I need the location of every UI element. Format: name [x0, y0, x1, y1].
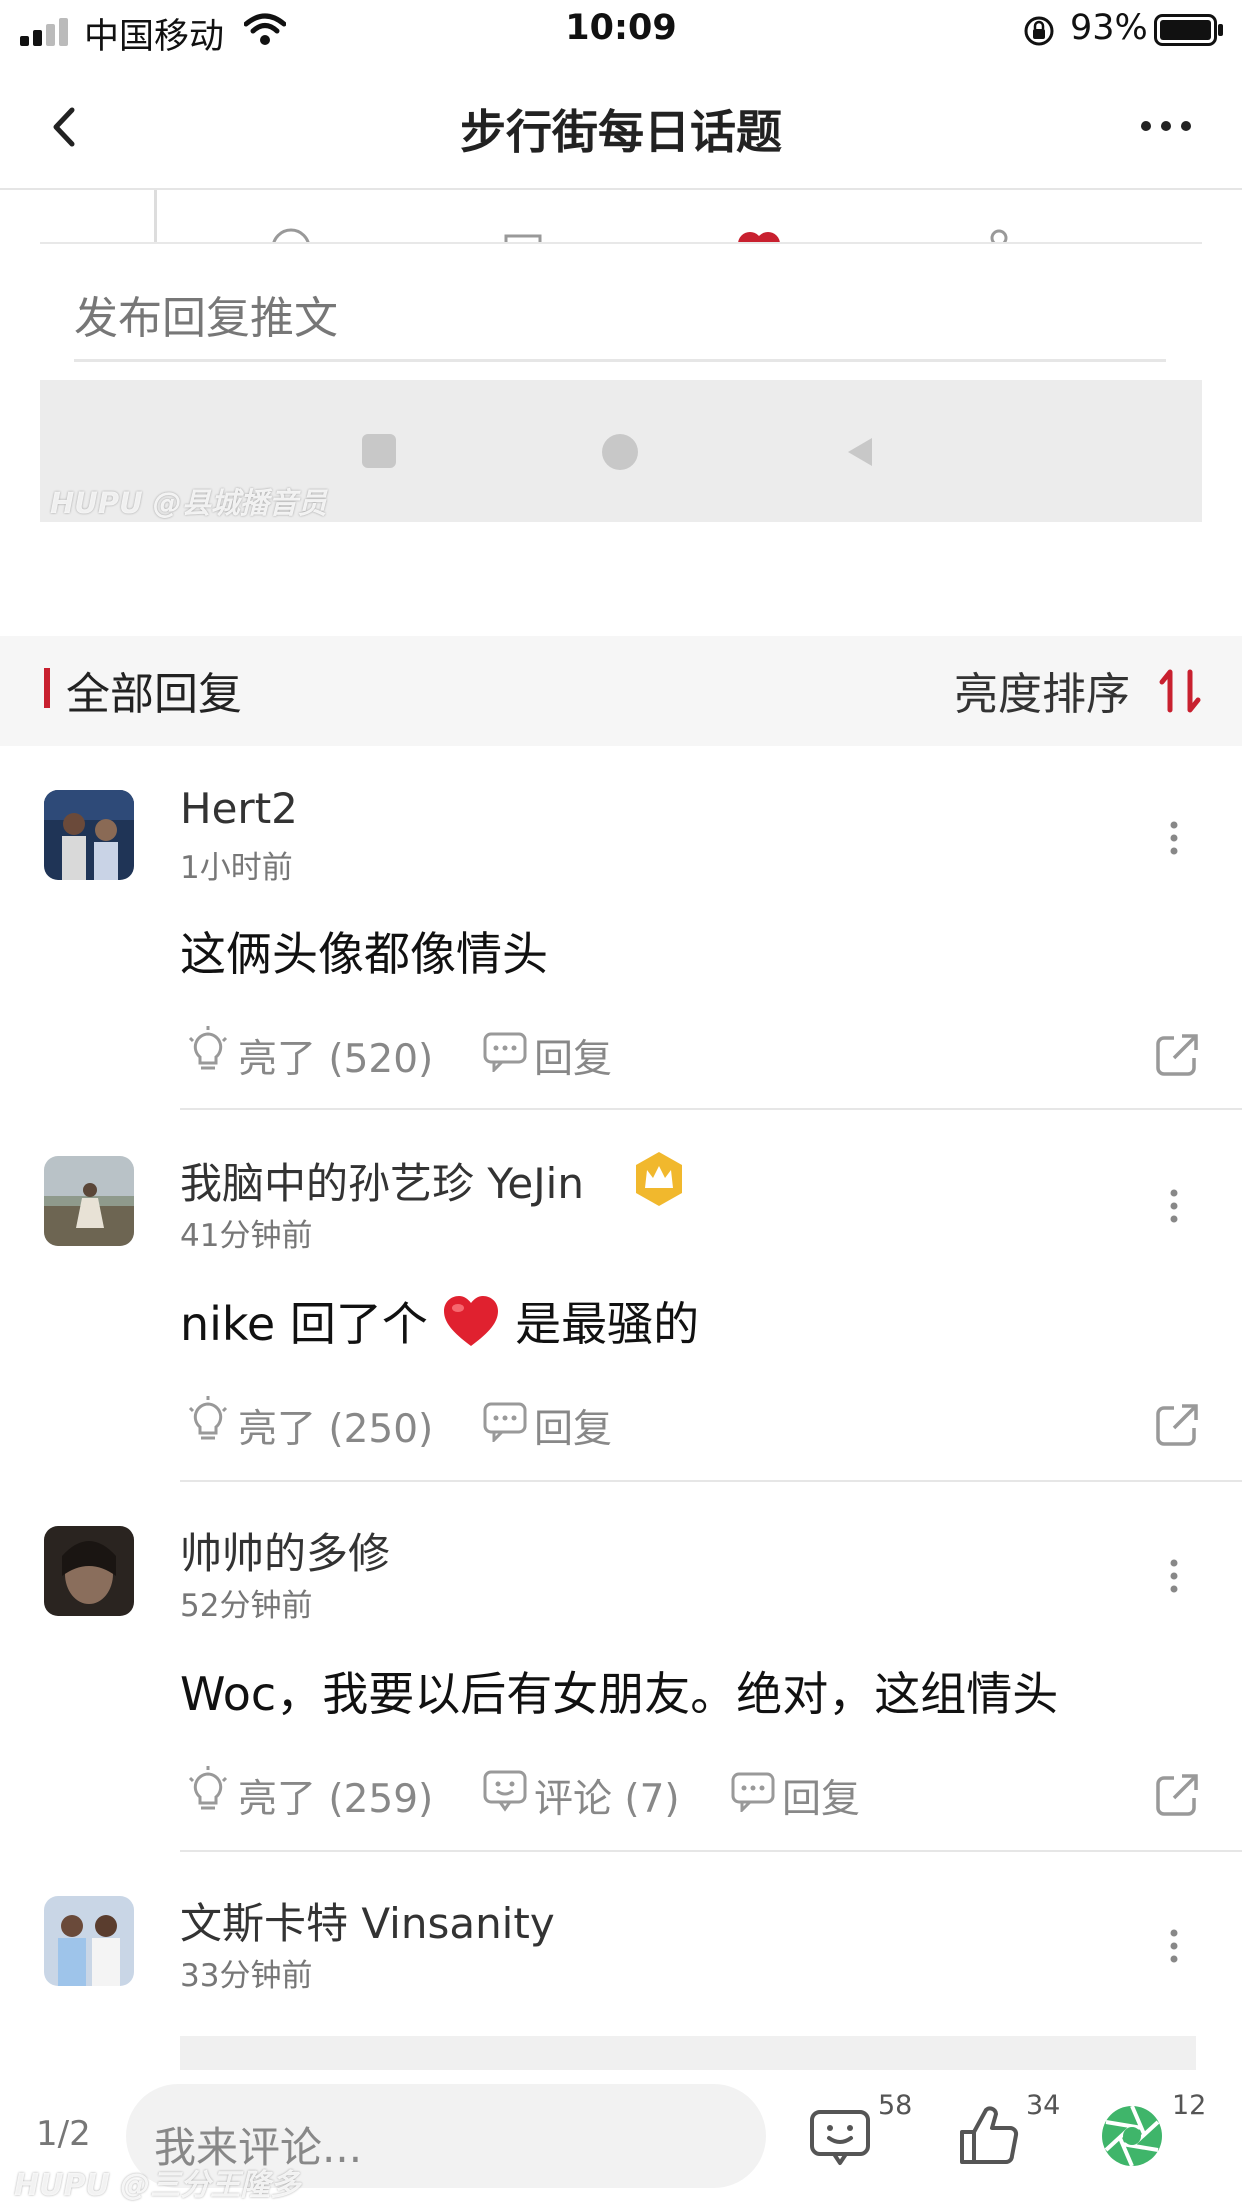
comment-time: 1小时前: [180, 850, 293, 886]
crown-badge-icon: [636, 1152, 682, 1206]
reply-label: 回复: [534, 1037, 613, 1082]
quoted-content-preview: [180, 2036, 1196, 2070]
watermark: HUPU @三分王隆多: [14, 2168, 301, 2203]
rotation-lock-icon: [1024, 16, 1054, 46]
comment-text: nike 回了个 是最骚的: [180, 1288, 699, 1354]
divider: [154, 190, 157, 242]
username[interactable]: 文斯卡特 Vinsanity: [180, 1890, 555, 1951]
comment-text: Woc，我要以后有女朋友。绝对，这组情头: [180, 1667, 1059, 1721]
placeholder-circle-icon: [602, 434, 638, 470]
share-external-icon[interactable]: [1154, 1032, 1200, 1078]
comment-item: Hert2 1小时前 这俩头像都像情头 亮了 (520) 回复: [0, 746, 1242, 1116]
more-options-icon[interactable]: [1136, 108, 1196, 144]
view-comments-button[interactable]: 评论 (7): [482, 1768, 682, 1822]
reply-tweet-input[interactable]: 发布回复推文: [74, 266, 1166, 362]
comment-time: 41分钟前: [180, 1218, 313, 1254]
comment-text-end: 是最骚的: [515, 1297, 700, 1351]
sort-button[interactable]: 亮度排序: [954, 658, 1130, 722]
comment-more-icon[interactable]: [1164, 1186, 1184, 1226]
share-icon: [990, 229, 1008, 242]
page-title: 步行街每日话题: [460, 105, 782, 159]
bottom-bar: 1/2 我来评论... 58 34 12 HUPU @三分王隆多: [0, 2070, 1242, 2208]
replies-section-header: 全部回复 亮度排序: [0, 636, 1242, 746]
light-count: 亮了 (520): [238, 1037, 434, 1082]
comment-time: 52分钟前: [180, 1588, 313, 1624]
nav-bar: 步行街每日话题: [0, 64, 1242, 190]
forward-icon: [504, 234, 542, 242]
username[interactable]: 我脑中的孙艺珍 YeJin: [180, 1150, 584, 1211]
section-accent-bar: [44, 668, 50, 708]
share-aperture-icon[interactable]: [1100, 2104, 1164, 2168]
avatar[interactable]: [44, 1526, 134, 1616]
light-button[interactable]: 亮了 (520): [186, 1026, 433, 1082]
page-indicator[interactable]: 1/2: [36, 2114, 91, 2154]
avatar[interactable]: [44, 790, 134, 880]
comment-item: 我脑中的孙艺珍 YeJin 41分钟前 nike 回了个 是最骚的 亮了 (25…: [0, 1112, 1242, 1484]
comment-icon: [272, 228, 310, 242]
comment-more-icon[interactable]: [1164, 1926, 1184, 1966]
image-placeholder-panel: HUPU @县城播音员: [40, 380, 1202, 522]
lightbulb-icon: [188, 1396, 228, 1440]
placeholder-triangle-icon: [848, 438, 872, 466]
likes-count: 34: [1026, 2090, 1061, 2121]
red-heart-emoji: [444, 1296, 499, 1346]
lightbulb-icon: [188, 1766, 228, 1810]
light-button[interactable]: 亮了 (250): [186, 1396, 433, 1452]
reply-button[interactable]: 回复: [482, 1398, 622, 1452]
comment-count: 评论 (7): [534, 1777, 680, 1822]
share-count: 12: [1172, 2090, 1207, 2121]
comment-bubble-icon: [483, 1770, 527, 1812]
light-count: 亮了 (250): [238, 1407, 434, 1452]
post-stats-fragment: [40, 190, 1202, 244]
comment-more-icon[interactable]: [1164, 1556, 1184, 1596]
share-external-icon[interactable]: [1154, 1772, 1200, 1818]
heart-icon: [738, 232, 780, 242]
battery-percent: 93%: [1070, 8, 1148, 48]
placeholder-square-icon: [362, 434, 396, 468]
comment-text-start: nike 回了个: [180, 1297, 428, 1351]
sort-arrows-icon[interactable]: [1156, 666, 1206, 716]
reply-bubble-icon: [731, 1772, 775, 1812]
divider: [180, 1108, 1242, 1110]
light-count: 亮了 (259): [238, 1777, 434, 1822]
username[interactable]: 帅帅的多修: [180, 1520, 390, 1581]
comments-icon[interactable]: [808, 2104, 872, 2168]
comment-item: 文斯卡特 Vinsanity 33分钟前: [0, 1852, 1242, 2070]
reply-bubble-icon: [483, 1402, 527, 1442]
share-external-icon[interactable]: [1154, 1402, 1200, 1448]
comment-item: 帅帅的多修 52分钟前 Woc，我要以后有女朋友。绝对，这组情头 亮了 (259…: [0, 1482, 1242, 1854]
status-bar: 中国移动 10:09 93%: [0, 0, 1242, 64]
lightbulb-icon: [188, 1026, 228, 1070]
reply-button[interactable]: 回复: [482, 1028, 622, 1082]
battery-icon: [1154, 14, 1223, 46]
section-title: 全部回复: [66, 669, 242, 720]
username[interactable]: Hert2: [180, 784, 298, 833]
reply-button[interactable]: 回复: [730, 1768, 870, 1822]
avatar[interactable]: [44, 1896, 134, 1986]
watermark: HUPU @县城播音员: [50, 486, 327, 520]
comments-count: 58: [878, 2090, 913, 2121]
reply-bubble-icon: [483, 1032, 527, 1072]
comment-time: 33分钟前: [180, 1958, 313, 1994]
reply-label: 回复: [534, 1407, 613, 1452]
avatar[interactable]: [44, 1156, 134, 1246]
comment-more-icon[interactable]: [1164, 818, 1184, 858]
reply-label: 回复: [782, 1777, 861, 1822]
comment-text: 这俩头像都像情头: [180, 927, 548, 981]
thumbs-up-icon[interactable]: [956, 2102, 1020, 2168]
light-button[interactable]: 亮了 (259): [186, 1766, 433, 1822]
